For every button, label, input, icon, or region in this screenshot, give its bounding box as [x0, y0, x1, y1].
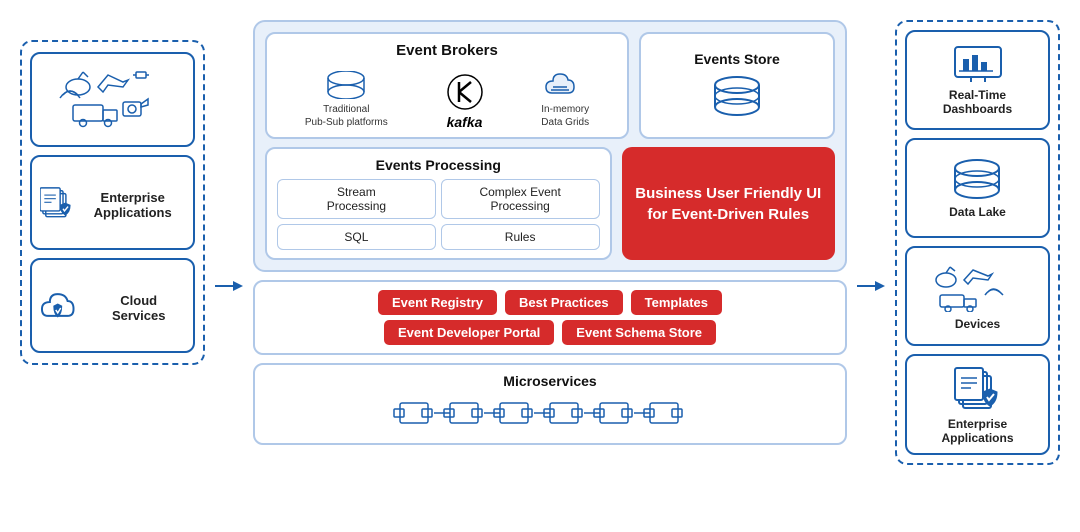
realtime-dashboards-icon — [953, 45, 1003, 83]
enterprise-apps-icon — [40, 178, 72, 228]
pubsub-label: TraditionalPub-Sub platforms — [305, 103, 388, 129]
event-brokers-box: Event Brokers TraditionalPub-Sub platfor… — [265, 32, 629, 139]
cloud-services-icon — [40, 286, 84, 326]
inmemory-label: In-memoryData Grids — [541, 103, 589, 129]
enterprise-apps-label: Enterprise Applications — [80, 190, 185, 220]
events-store-title: Events Store — [694, 51, 780, 67]
portal-box: Event Registry Best Practices Templates … — [253, 280, 847, 355]
left-column: Enterprise Applications Cloud Services — [20, 10, 205, 522]
events-store-icon — [710, 75, 765, 120]
left-sources-box: Enterprise Applications Cloud Services — [20, 40, 205, 365]
business-ui-box: Business User Friendly UI for Event-Driv… — [622, 147, 836, 260]
tag-templates: Templates — [631, 290, 722, 315]
kafka-label: kafka — [447, 115, 483, 129]
kafka-icon — [446, 73, 484, 111]
ep-grid: StreamProcessing Complex EventProcessing… — [277, 179, 600, 250]
left-card-enterprise: Enterprise Applications — [30, 155, 195, 250]
right-card-datalake: Data Lake — [905, 138, 1050, 238]
left-arrow — [215, 10, 243, 522]
right-column: Real-Time Dashboards Data Lake — [895, 10, 1060, 522]
middle-to-right-arrow — [857, 276, 885, 296]
data-lake-label: Data Lake — [949, 205, 1006, 219]
broker-inmemory: In-memoryData Grids — [541, 67, 589, 129]
left-to-middle-arrow — [215, 276, 243, 296]
tag-event-registry: Event Registry — [378, 290, 497, 315]
devices-label: Devices — [955, 317, 1000, 331]
main-diagram: Enterprise Applications Cloud Services — [0, 0, 1080, 532]
right-card-devices: Devices — [905, 246, 1050, 346]
event-brokers-title: Event Brokers — [279, 42, 615, 59]
tag-best-practices: Best Practices — [505, 290, 623, 315]
top-section: Event Brokers TraditionalPub-Sub platfor… — [253, 20, 847, 272]
left-card-cloud: Cloud Services — [30, 258, 195, 353]
events-store-box: Events Store — [639, 32, 835, 139]
event-brokers-row: Event Brokers TraditionalPub-Sub platfor… — [265, 32, 835, 139]
brokers-icons-row: TraditionalPub-Sub platforms — [279, 67, 615, 129]
right-card-realtime: Real-Time Dashboards — [905, 30, 1050, 130]
ep-sql: SQL — [277, 224, 436, 250]
data-lake-icon — [950, 158, 1005, 200]
microservices-diagram — [390, 395, 710, 435]
ep-complex: Complex EventProcessing — [441, 179, 600, 219]
events-processing-title: Events Processing — [277, 157, 600, 173]
right-enterprise-label: Enterprise Applications — [915, 417, 1040, 445]
realtime-dashboards-label: Real-Time Dashboards — [915, 88, 1040, 116]
portal-row2: Event Developer Portal Event Schema Stor… — [267, 320, 833, 345]
processing-row: Events Processing StreamProcessing Compl… — [265, 147, 835, 260]
tag-developer-portal: Event Developer Portal — [384, 320, 554, 345]
broker-kafka: kafka — [446, 73, 484, 129]
ep-rules: Rules — [441, 224, 600, 250]
devices-icon — [928, 262, 1028, 312]
right-targets-box: Real-Time Dashboards Data Lake — [895, 20, 1060, 465]
business-ui-text: Business User Friendly UI for Event-Driv… — [632, 183, 826, 225]
ep-stream: StreamProcessing — [277, 179, 436, 219]
cloud-services-label: Cloud Services — [92, 293, 185, 323]
portal-row1: Event Registry Best Practices Templates — [267, 290, 833, 315]
inmemory-icon — [544, 67, 586, 99]
right-card-enterprise: Enterprise Applications — [905, 354, 1050, 455]
microservices-title: Microservices — [267, 373, 833, 389]
right-enterprise-icon — [953, 364, 1003, 412]
microservices-icons — [267, 395, 833, 435]
events-processing-box: Events Processing StreamProcessing Compl… — [265, 147, 612, 260]
left-card-iot — [30, 52, 195, 147]
iot-icons — [58, 67, 168, 132]
broker-pubsub: TraditionalPub-Sub platforms — [305, 71, 388, 129]
middle-column: Event Brokers TraditionalPub-Sub platfor… — [253, 10, 847, 522]
microservices-box: Microservices — [253, 363, 847, 445]
pubsub-icon — [325, 71, 367, 99]
right-arrow-container — [857, 10, 885, 522]
tag-schema-store: Event Schema Store — [562, 320, 716, 345]
